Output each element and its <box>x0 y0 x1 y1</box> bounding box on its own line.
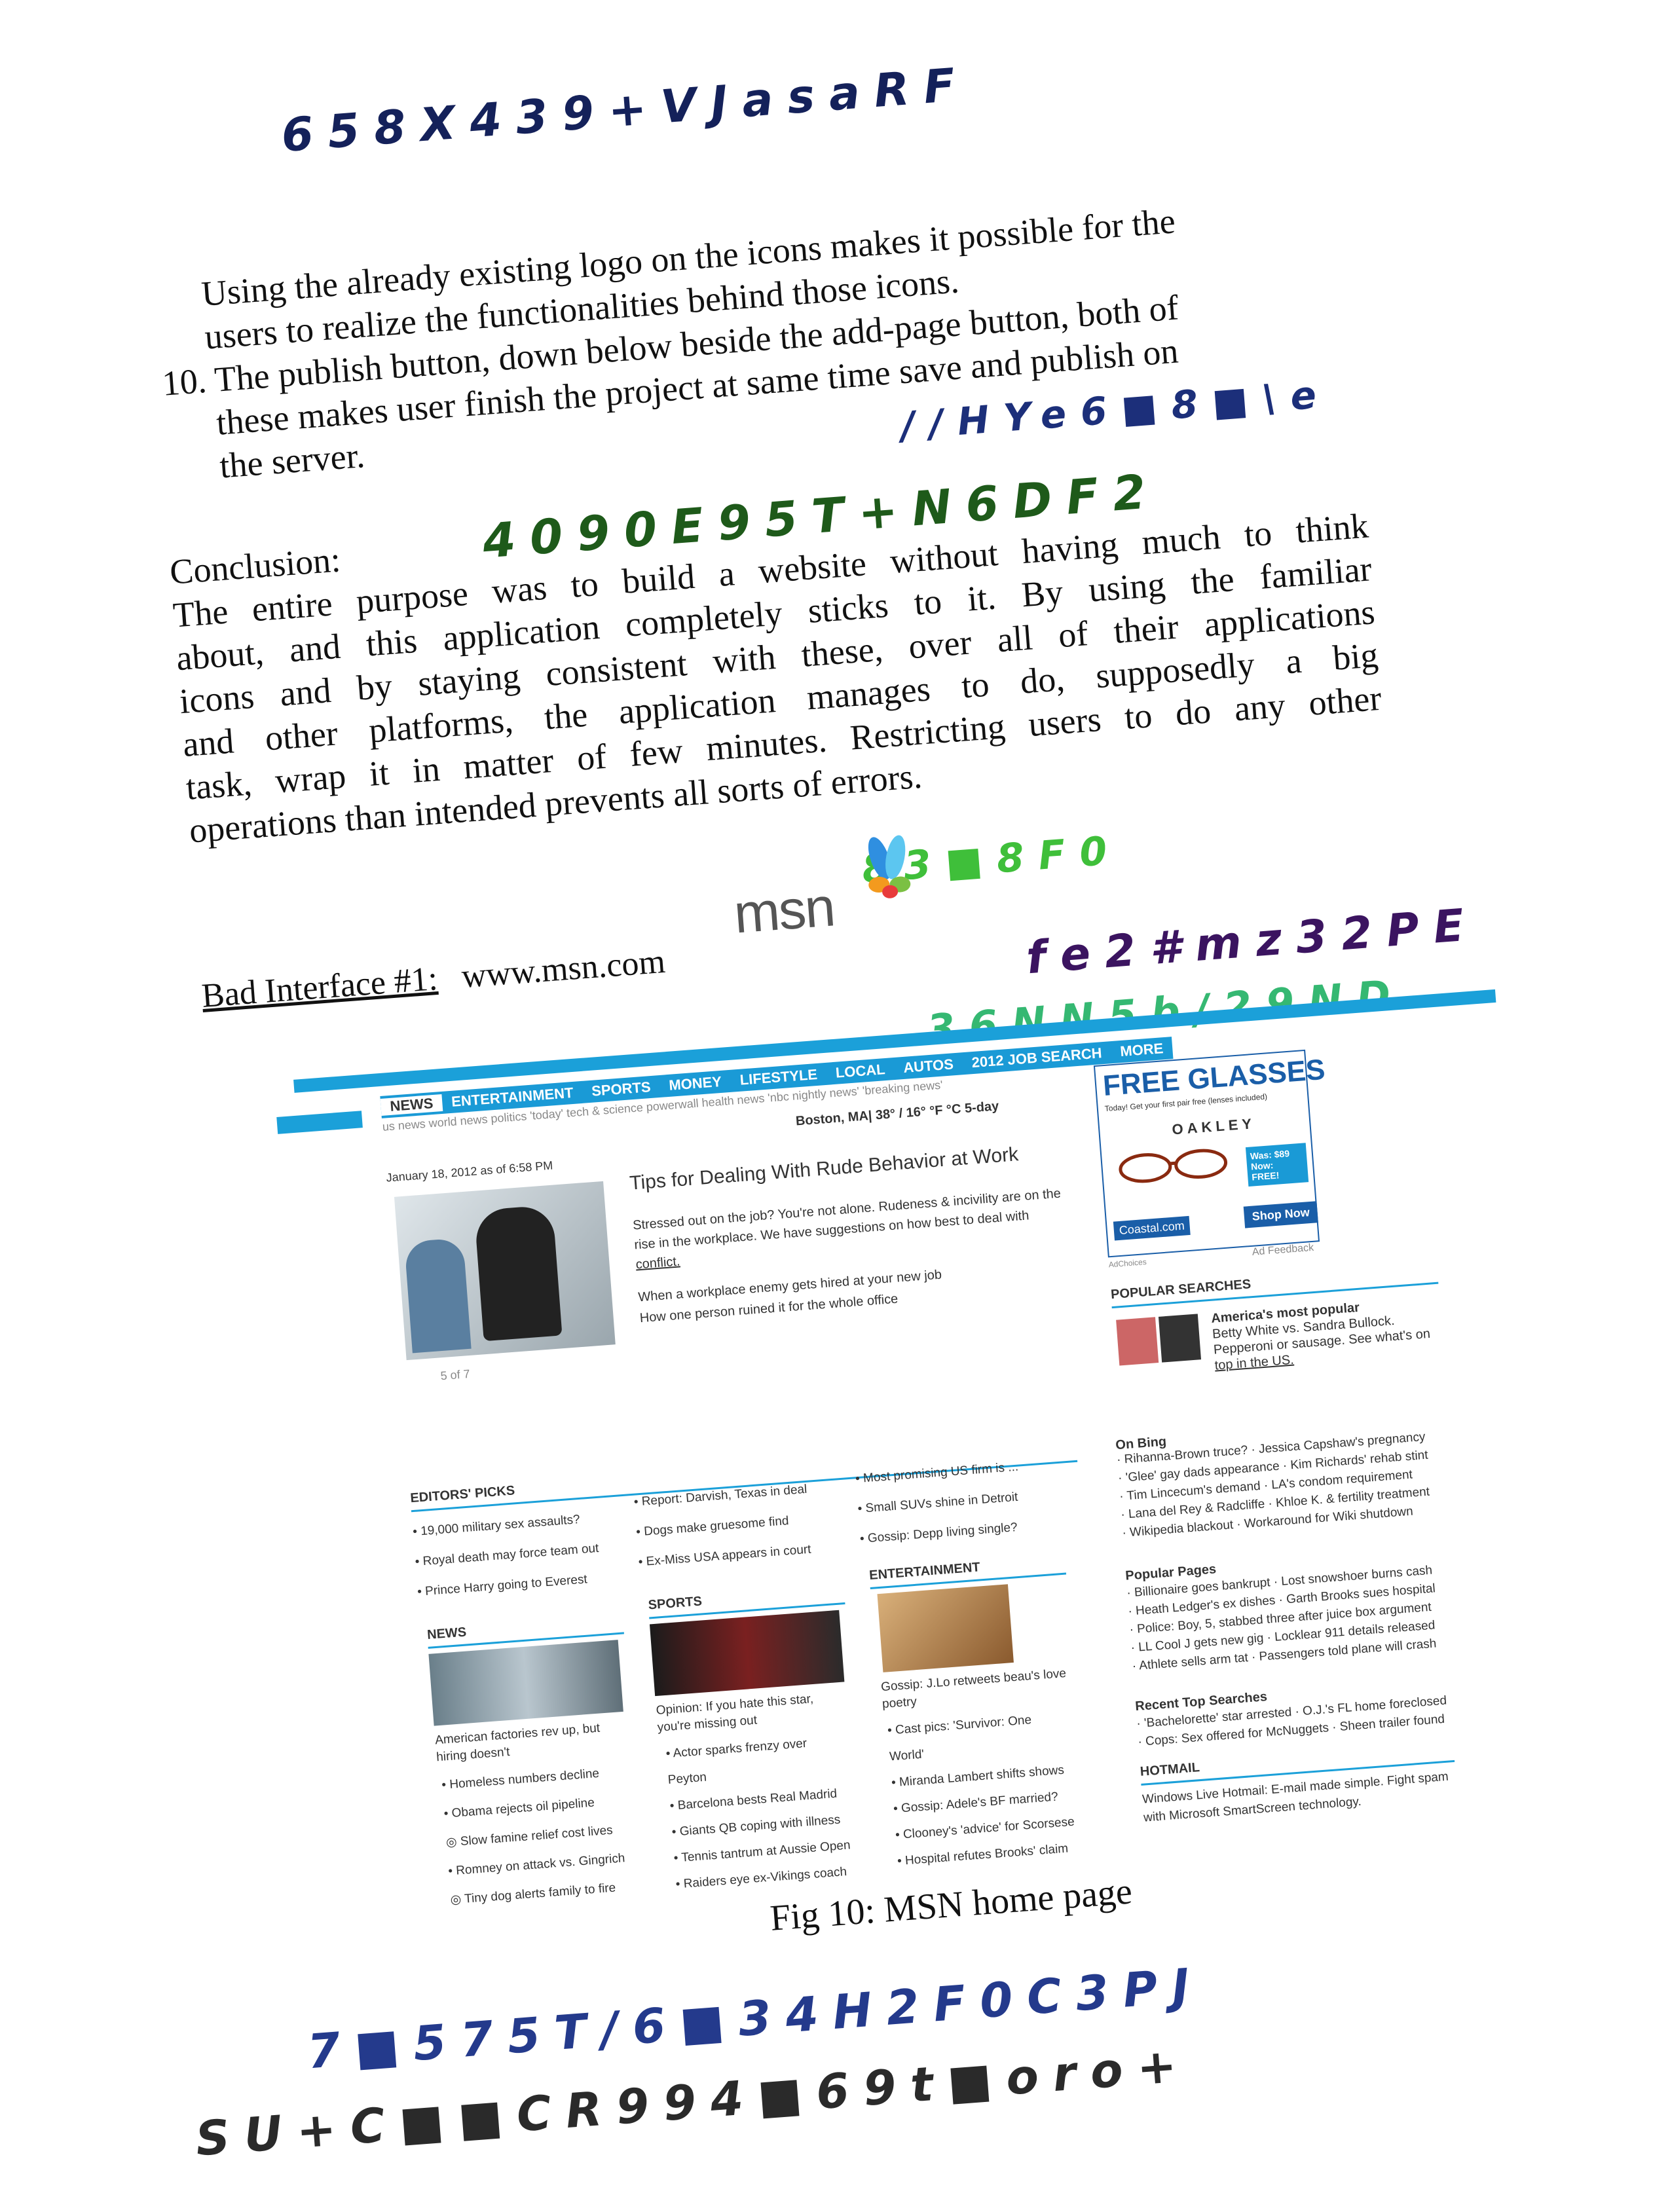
story-headline[interactable]: Tips for Dealing With Rude Behavior at W… <box>629 1143 1019 1195</box>
date-stamp: January 18, 2012 as of 6:58 PM <box>385 1158 553 1185</box>
ad-site: Coastal.com <box>1113 1215 1191 1241</box>
nav-autos[interactable]: AUTOS <box>894 1055 963 1077</box>
nav-sports[interactable]: SPORTS <box>582 1078 660 1101</box>
ad-banner[interactable]: FREE GLASSES Today! Get your first pair … <box>1093 1049 1326 1258</box>
msn-logo: msn <box>729 829 932 945</box>
entertainment-image <box>877 1584 1014 1672</box>
left-accent-tab <box>276 1111 363 1134</box>
ad-price: Was: $89 Now: FREE! <box>1245 1143 1309 1187</box>
nav-more[interactable]: MORE <box>1110 1039 1173 1061</box>
bad-interface-heading: Bad Interface #1: www.msn.com <box>200 940 667 1018</box>
sports-list: • Actor sparks frenzy over Peyton • Barc… <box>665 1728 853 1898</box>
editors-col-3: • Most promising US firm is ... • Small … <box>855 1452 1024 1555</box>
sports-image <box>649 1610 845 1697</box>
news-image <box>428 1640 623 1726</box>
sports-caption[interactable]: Opinion: If you hate this star, you're m… <box>656 1691 815 1737</box>
popular-searches-header: POPULAR SEARCHES <box>1110 1263 1439 1309</box>
editors-col-2: • Report: Darvish, Texas in deal • Dogs … <box>633 1475 813 1577</box>
body-text-top: Using the already existing logo on the i… <box>154 187 1346 491</box>
msn-butterfly-icon <box>859 829 923 905</box>
entertainment-section-header: ENTERTAINMENT <box>868 1553 1067 1590</box>
popular-thumb-2 <box>1158 1314 1202 1363</box>
weather-widget[interactable]: Boston, MA| 38° / 16° °F °C 5-day <box>795 1099 999 1129</box>
nav-news[interactable]: NEWS <box>380 1094 443 1116</box>
news-caption[interactable]: American factories rev up, but hiring do… <box>434 1720 602 1767</box>
popular-thumb-1 <box>1116 1317 1159 1366</box>
scanned-page: 658X439+VJasaRF //HYe6■8■\e 4090E95T+N6D… <box>0 0 1670 2212</box>
ad-brand: OAKLEY <box>1171 1115 1256 1138</box>
bad-interface-url[interactable]: www.msn.com <box>460 943 667 995</box>
nav-money[interactable]: MONEY <box>659 1073 731 1095</box>
nav-lifestyle[interactable]: LIFESTYLE <box>730 1065 827 1090</box>
ad-choices[interactable]: AdChoices <box>1108 1257 1147 1269</box>
news-list: • Homeless numbers decline • Obama rejec… <box>441 1758 628 1915</box>
msn-homepage-screenshot: NEWS ENTERTAINMENT SPORTS MONEY LIFESTYL… <box>276 963 1558 1917</box>
handwriting-line-1: 658X439+VJasaRF <box>279 57 971 163</box>
ad-shop-button[interactable]: Shop Now <box>1243 1201 1318 1228</box>
bad-interface-label: Bad Interface #1: <box>200 960 439 1015</box>
nav-job-search[interactable]: 2012 JOB SEARCH <box>962 1044 1112 1072</box>
editors-col-1: • 19,000 military sex assaults? • Royal … <box>412 1503 603 1608</box>
entertainment-list: • Cast pics: 'Survivor: One World' • Mir… <box>887 1705 1077 1875</box>
story-image <box>394 1181 616 1361</box>
carousel-pager[interactable]: 5 of 7 <box>440 1367 470 1383</box>
conclusion-block: Conclusion: The entire purpose was to bu… <box>168 461 1386 853</box>
story-link[interactable]: conflict. <box>635 1254 680 1272</box>
msn-wordmark: msn <box>732 876 836 945</box>
nav-local[interactable]: LOCAL <box>826 1060 895 1082</box>
glasses-icon <box>1115 1142 1235 1190</box>
